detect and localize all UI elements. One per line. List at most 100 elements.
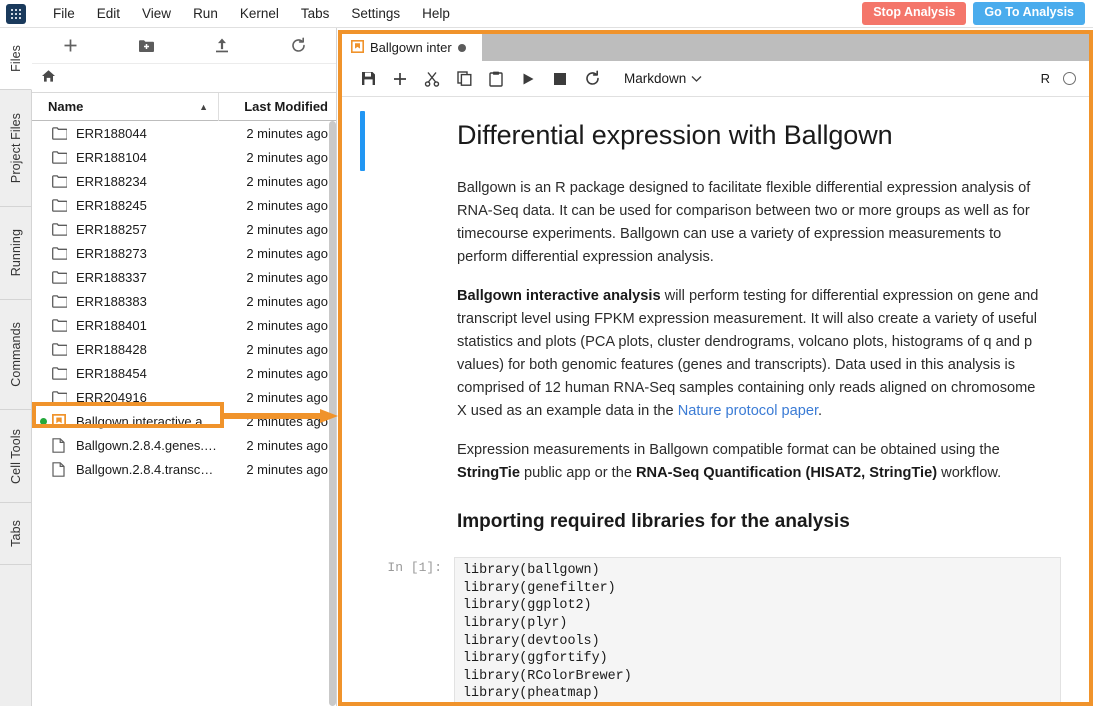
file-list-item[interactable]: ERR1884542 minutes ago	[32, 361, 336, 385]
folder-icon	[52, 343, 69, 356]
code-editor[interactable]: library(ballgown) library(genefilter) li…	[454, 557, 1061, 702]
refresh-icon[interactable]	[260, 28, 336, 64]
folder-icon	[52, 367, 69, 380]
sidebar-label-project-files: Project Files	[9, 113, 23, 183]
file-last-modified: 2 minutes ago	[218, 246, 336, 261]
sidebar-item-commands[interactable]: Commands	[0, 300, 32, 410]
menu-view[interactable]: View	[131, 2, 182, 25]
notebook-toolbar: Markdown R	[342, 61, 1089, 97]
folder-icon	[52, 223, 69, 236]
file-last-modified: 2 minutes ago	[218, 294, 336, 309]
file-last-modified: 2 minutes ago	[218, 270, 336, 285]
file-last-modified: 2 minutes ago	[218, 414, 336, 429]
column-label-last-modified: Last Modified	[244, 99, 328, 114]
execution-prompt: In [1]:	[342, 557, 454, 702]
sidebar-item-project-files[interactable]: Project Files	[0, 90, 32, 207]
new-launcher-icon[interactable]	[32, 28, 108, 64]
menu-items: File Edit View Run Kernel Tabs Settings …	[42, 2, 461, 25]
menu-settings[interactable]: Settings	[340, 2, 411, 25]
paste-icon[interactable]	[480, 64, 512, 94]
sidebar-item-files[interactable]: Files	[0, 28, 32, 90]
kernel-name-label[interactable]: R	[1041, 71, 1050, 86]
file-name: ERR188401	[69, 318, 218, 333]
breadcrumb	[32, 64, 336, 93]
sidebar-item-tabs[interactable]: Tabs	[0, 503, 32, 565]
menu-edit[interactable]: Edit	[86, 2, 131, 25]
menu-help[interactable]: Help	[411, 2, 461, 25]
menu-kernel[interactable]: Kernel	[229, 2, 290, 25]
home-icon[interactable]	[41, 69, 56, 88]
jupyter-grid-logo-icon	[6, 4, 26, 24]
notebook-icon	[351, 40, 364, 56]
menu-file[interactable]: File	[42, 2, 86, 25]
cell-type-value: Markdown	[624, 71, 686, 86]
folder-icon	[52, 151, 69, 164]
insert-cell-icon[interactable]	[384, 64, 416, 94]
paragraph-measurements: Expression measurements in Ballgown comp…	[457, 439, 1047, 485]
file-name: Ballgown.2.8.4.transc…	[69, 462, 218, 477]
file-list-item[interactable]: ERR1882452 minutes ago	[32, 193, 336, 217]
menu-run[interactable]: Run	[182, 2, 229, 25]
file-list-item[interactable]: ERR1883372 minutes ago	[32, 265, 336, 289]
cell-type-dropdown[interactable]: Markdown	[624, 71, 702, 86]
notebook-panel: Ballgown inter	[338, 30, 1093, 706]
file-name: ERR188337	[69, 270, 218, 285]
notebook-icon	[52, 414, 69, 428]
notebook-scroll-area[interactable]: Differential expression with Ballgown Ba…	[342, 97, 1089, 702]
file-list-item[interactable]: ERR1884282 minutes ago	[32, 337, 336, 361]
file-list-header: Name ▲ Last Modified	[32, 93, 336, 121]
file-name: ERR188257	[69, 222, 218, 237]
kernel-idle-indicator-icon[interactable]	[1063, 72, 1076, 85]
file-list-item[interactable]: ERR1881042 minutes ago	[32, 145, 336, 169]
code-cell[interactable]: In [1]: library(ballgown) library(genefi…	[342, 557, 1089, 702]
tab-ballgown-notebook[interactable]: Ballgown inter	[342, 34, 482, 61]
menu-actions: Stop Analysis Go To Analysis	[862, 2, 1093, 25]
menu-tabs[interactable]: Tabs	[290, 2, 341, 25]
file-list-item[interactable]: ERR1880442 minutes ago	[32, 121, 336, 145]
go-to-analysis-button[interactable]: Go To Analysis	[973, 2, 1085, 25]
file-last-modified: 2 minutes ago	[218, 462, 336, 477]
cut-icon[interactable]	[416, 64, 448, 94]
stop-analysis-button[interactable]: Stop Analysis	[862, 2, 966, 25]
column-header-last-modified[interactable]: Last Modified	[218, 93, 336, 121]
file-list-scrollbar[interactable]	[329, 121, 336, 706]
column-header-name[interactable]: Name ▲	[32, 99, 218, 114]
rnaseq-workflow-label: RNA-Seq Quantification (HISAT2, StringTi…	[636, 465, 937, 481]
folder-icon	[52, 319, 69, 332]
run-icon[interactable]	[512, 64, 544, 94]
file-list[interactable]: ERR1880442 minutes agoERR1881042 minutes…	[32, 121, 336, 706]
file-list-item[interactable]: ERR1882342 minutes ago	[32, 169, 336, 193]
column-label-name: Name	[48, 99, 83, 114]
folder-icon	[52, 127, 69, 140]
new-folder-icon[interactable]	[108, 28, 184, 64]
file-list-item[interactable]: ERR1884012 minutes ago	[32, 313, 336, 337]
upload-icon[interactable]	[184, 28, 260, 64]
paragraph-intro: Ballgown is an R package designed to fac…	[457, 177, 1047, 269]
copy-icon[interactable]	[448, 64, 480, 94]
file-list-item[interactable]: Ballgown.2.8.4.transc…2 minutes ago	[32, 457, 336, 481]
sidebar-item-running[interactable]: Running	[0, 207, 32, 300]
stop-icon[interactable]	[544, 64, 576, 94]
file-name: ERR188044	[69, 126, 218, 141]
page-title: Differential expression with Ballgown	[457, 119, 1047, 153]
file-name: ERR188245	[69, 198, 218, 213]
file-list-item[interactable]: ERR1882732 minutes ago	[32, 241, 336, 265]
save-icon[interactable]	[352, 64, 384, 94]
file-list-item[interactable]: ERR1882572 minutes ago	[32, 217, 336, 241]
file-list-item[interactable]: Ballgown.2.8.4.genes.…2 minutes ago	[32, 433, 336, 457]
unsaved-indicator-icon[interactable]	[458, 44, 466, 52]
sidebar-label-commands: Commands	[9, 322, 23, 387]
kernel-status-area: R	[1041, 71, 1089, 86]
kernel-running-dot-icon	[40, 418, 47, 425]
file-last-modified: 2 minutes ago	[218, 198, 336, 213]
sidebar-item-cell-tools[interactable]: Cell Tools	[0, 410, 32, 503]
markdown-cell[interactable]: Differential expression with Ballgown Ba…	[342, 97, 1089, 547]
file-list-item[interactable]: ERR1883832 minutes ago	[32, 289, 336, 313]
file-list-item[interactable]: Ballgown interactive a…2 minutes ago	[32, 409, 336, 433]
file-last-modified: 2 minutes ago	[218, 222, 336, 237]
nature-protocol-paper-link[interactable]: Nature protocol paper	[678, 403, 818, 419]
file-last-modified: 2 minutes ago	[218, 342, 336, 357]
file-list-item[interactable]: ERR2049162 minutes ago	[32, 385, 336, 409]
restart-kernel-icon[interactable]	[576, 64, 608, 94]
paragraph-measurements-a: Expression measurements in Ballgown comp…	[457, 442, 1000, 458]
